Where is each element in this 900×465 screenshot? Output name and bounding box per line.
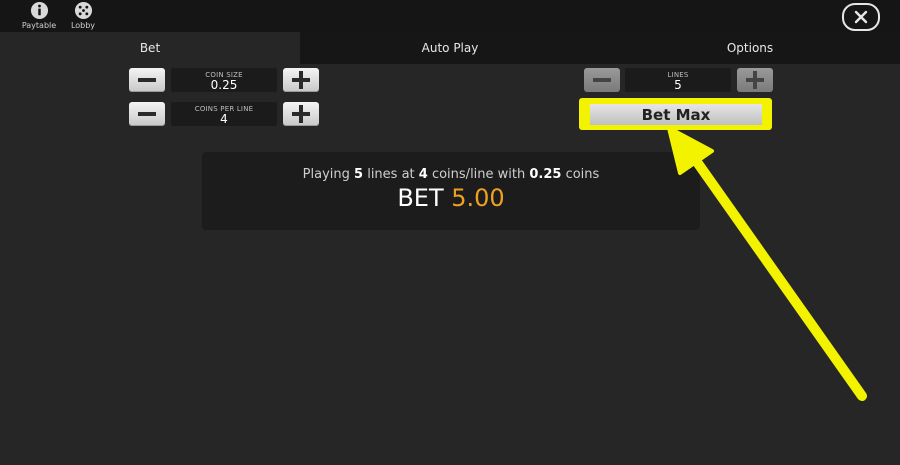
coin-size-field: COIN SIZE 0.25 xyxy=(171,68,277,92)
tab-bar: Bet Auto Play Options xyxy=(0,32,900,64)
coin-size-increase-button[interactable] xyxy=(283,68,319,92)
summary-suffix: coins xyxy=(561,167,600,182)
lobby-button[interactable]: Lobby xyxy=(65,1,101,31)
paytable-label: Paytable xyxy=(21,21,57,30)
summary-prefix: Playing xyxy=(302,167,355,182)
dice-icon xyxy=(74,1,92,20)
lines-decrease-button[interactable] xyxy=(584,68,620,92)
info-icon xyxy=(30,1,48,20)
tab-bet[interactable]: Bet xyxy=(0,32,300,64)
coin-size-decrease-button[interactable] xyxy=(129,68,165,92)
close-icon xyxy=(854,10,868,24)
lines-value: 5 xyxy=(674,78,682,92)
summary-mid1: lines at xyxy=(363,167,419,182)
bet-total-label: BET xyxy=(397,184,452,212)
coins-per-line-increase-button[interactable] xyxy=(283,102,319,126)
top-bar: Paytable Lobby xyxy=(0,0,900,32)
minus-icon xyxy=(138,112,156,116)
tab-options[interactable]: Options xyxy=(600,32,900,64)
coins-per-line-decrease-button[interactable] xyxy=(129,102,165,126)
lines-increase-button[interactable] xyxy=(737,68,773,92)
bet-summary-text: Playing 5 lines at 4 coins/line with 0.2… xyxy=(202,167,700,182)
bet-total-amount: 5.00 xyxy=(451,184,505,212)
summary-coins: 4 xyxy=(418,167,428,182)
summary-lines: 5 xyxy=(354,167,364,182)
bet-summary-panel: Playing 5 lines at 4 coins/line with 0.2… xyxy=(202,152,700,230)
lobby-label: Lobby xyxy=(70,21,96,30)
close-button[interactable] xyxy=(842,3,880,31)
minus-icon xyxy=(138,78,156,82)
lines-field: LINES 5 xyxy=(625,68,731,92)
summary-mid2: coins/line with xyxy=(427,167,530,182)
summary-coin-size: 0.25 xyxy=(529,167,562,182)
coin-size-value: 0.25 xyxy=(210,78,238,92)
tab-auto-play[interactable]: Auto Play xyxy=(300,32,600,64)
coins-per-line-field: COINS PER LINE 4 xyxy=(171,102,277,126)
minus-icon xyxy=(593,78,611,82)
coins-per-line-value: 4 xyxy=(220,112,228,126)
bet-max-button[interactable]: Bet Max xyxy=(590,104,762,125)
paytable-button[interactable]: Paytable xyxy=(21,1,57,31)
bet-total: BET 5.00 xyxy=(202,184,700,212)
